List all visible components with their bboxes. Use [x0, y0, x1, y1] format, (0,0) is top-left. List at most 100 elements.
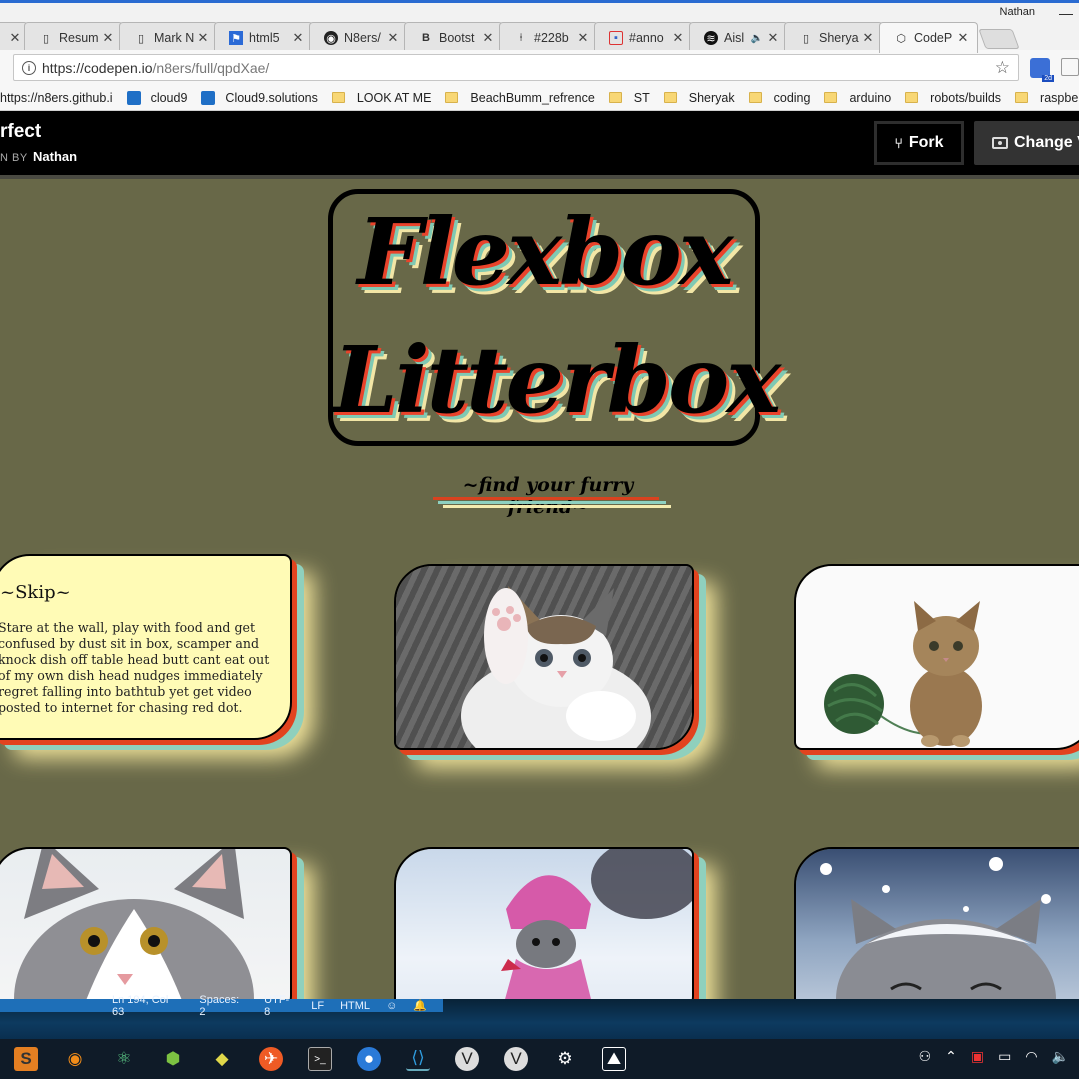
bookmark-folder[interactable]: coding — [748, 91, 810, 105]
tab-bootstrap[interactable]: B Bootst ✕ — [404, 22, 503, 53]
bookmark-folder[interactable]: BeachBumm_refrence — [445, 90, 595, 105]
wifi-icon[interactable]: ◠ — [1025, 1048, 1037, 1065]
extension-icon-2[interactable] — [1061, 58, 1079, 76]
system-tray: ⚇ ⌃ ▣ ▭ ◠ 🔈 — [919, 1048, 1069, 1065]
cat-card-image[interactable] — [794, 847, 1079, 999]
cat-card-image[interactable] — [394, 564, 694, 750]
language-mode[interactable]: HTML — [340, 1000, 370, 1012]
minimize-icon[interactable]: — — [1059, 5, 1073, 21]
tab-resume[interactable]: ▯ Resum ✕ — [24, 22, 123, 53]
cursor-position[interactable]: Ln 194, Col 63 — [112, 994, 183, 1018]
bookmark-folder[interactable]: ST — [608, 90, 650, 105]
bookmark-label: arduino — [849, 90, 892, 105]
bookmark-folder[interactable]: robots/builds — [905, 91, 1001, 105]
bookmark-folder[interactable]: arduino — [824, 91, 891, 105]
sublime-icon[interactable]: S — [14, 1047, 38, 1071]
speaker-icon[interactable]: 🔈 — [751, 33, 763, 44]
tab-close-icon[interactable]: ✕ — [387, 30, 399, 46]
blender-icon[interactable]: ◉ — [63, 1047, 87, 1071]
info-icon[interactable]: i — [22, 60, 36, 75]
tab-title: Resum — [59, 31, 99, 45]
extension-icon[interactable]: 2d — [1030, 58, 1054, 82]
flag-icon: ⚑ — [229, 31, 243, 45]
gift-icon[interactable]: ▣ — [971, 1048, 984, 1065]
tab-close-icon[interactable]: ✕ — [292, 30, 304, 46]
firefox-icon[interactable]: ● — [357, 1047, 381, 1071]
url-path: /n8ers/full/qpdXae/ — [152, 59, 270, 76]
bookmark-item[interactable]: Cloud9.solutions — [201, 90, 318, 105]
github-icon: ◉ — [324, 31, 338, 45]
gitkraken-icon[interactable]: ◆ — [210, 1047, 234, 1071]
tab-close-icon[interactable]: ✕ — [102, 30, 114, 46]
battery-icon[interactable]: ▭ — [998, 1048, 1011, 1065]
tab-close-icon[interactable]: ✕ — [9, 30, 21, 46]
feedback-icon[interactable]: ☺ — [386, 1000, 397, 1012]
tab-close-icon[interactable]: ✕ — [862, 30, 874, 46]
browser-toolbar: i https://codepen.io/n8ers/full/qpdXae/ … — [0, 50, 1079, 85]
browser-tab-strip: ✕ ▯ Resum ✕ ▯ Mark N ✕ ⚑ html5 ✕ ◉ N8ers/✕ B Boo… — [0, 0, 1079, 53]
chevron-up-icon[interactable]: ⌃ — [945, 1048, 957, 1065]
tab-title: html5 — [249, 31, 280, 45]
bookmark-folder[interactable]: LOOK AT ME — [331, 91, 431, 105]
line-ending[interactable]: LF — [311, 1000, 324, 1012]
tab-mark[interactable]: ▯ Mark N ✕ — [119, 22, 218, 53]
fork-button[interactable]: ⑂ Fork — [874, 121, 964, 165]
bookmark-folder[interactable]: raspberry pi — [1015, 91, 1079, 105]
vivaldi-icon[interactable]: V — [455, 1047, 479, 1071]
indentation[interactable]: Spaces: 2 — [199, 994, 248, 1018]
vivaldi-icon[interactable]: V — [504, 1047, 528, 1071]
by-label: N BY — [0, 152, 28, 164]
kitten-photo — [796, 849, 1079, 999]
bookmark-label: ST — [633, 90, 650, 105]
vscode-icon[interactable]: ⟨⟩ — [406, 1047, 430, 1071]
settings-icon[interactable]: ⚙ — [553, 1047, 577, 1071]
photos-icon[interactable]: ⛰ — [602, 1047, 626, 1071]
cat-card-image[interactable] — [394, 847, 694, 999]
author-link[interactable]: Nathan — [33, 149, 77, 164]
atom-icon[interactable]: ⚛ — [112, 1047, 136, 1071]
calendar-icon: ▪ — [609, 31, 623, 45]
bookmark-star-icon[interactable]: ☆ — [995, 58, 1010, 78]
bookmark-item[interactable]: https://n8ers.github.i — [0, 91, 113, 105]
tab-228b[interactable]: ⍿ #228b ✕ — [499, 22, 598, 53]
terminal-icon[interactable]: >_ — [308, 1047, 332, 1071]
tab-close-icon[interactable]: ✕ — [577, 30, 589, 46]
tab-github[interactable]: ◉ N8ers/ ✕ — [309, 22, 408, 53]
tab-close-icon[interactable]: ✕ — [672, 30, 684, 46]
new-tab-button[interactable] — [978, 29, 1020, 49]
tab-sherya[interactable]: ▯ Sherya ✕ — [784, 22, 883, 53]
tab-spotify[interactable]: ≋ Aisl 🔈 ✕ — [689, 22, 788, 53]
fork-icon: ⑂ — [894, 135, 903, 151]
taskbar: S ◉ ⚛ ⬢ ◆ ✈ >_ ● ⟨⟩ V V ⚙ ⛰ ⚇ ⌃ ▣ ▭ ◠ 🔈 — [0, 1039, 1079, 1079]
bookmark-folder[interactable]: Sheryak — [663, 91, 735, 105]
profile-name[interactable]: Nathan — [1000, 6, 1035, 18]
tab-html5[interactable]: ⚑ html5 ✕ — [214, 22, 313, 53]
tab-codepen[interactable]: ⬡ CodeP ✕ — [879, 22, 978, 53]
folder-icon — [663, 92, 677, 103]
notification-bell-icon[interactable]: 🔔 — [413, 999, 427, 1012]
bookmark-item[interactable]: cloud9 — [126, 90, 187, 105]
nodejs-icon[interactable]: ⬢ — [161, 1047, 185, 1071]
cat-card-image[interactable] — [0, 847, 292, 999]
cat-card-image[interactable] — [794, 564, 1079, 750]
tab-anno[interactable]: ▪ #anno ✕ — [594, 22, 693, 53]
cat-card-text[interactable]: ~Skip~ Stare at the wall, play with food… — [0, 554, 292, 740]
tab-title: #anno — [629, 31, 664, 45]
encoding[interactable]: UTF-8 — [264, 994, 295, 1018]
page-icon: ▯ — [802, 32, 810, 45]
tab-close-icon[interactable]: ✕ — [767, 30, 779, 46]
folder-icon — [608, 92, 622, 103]
tab-close-icon[interactable]: ✕ — [482, 30, 494, 46]
change-view-button[interactable]: Change Vi — [974, 121, 1079, 165]
postman-icon[interactable]: ✈ — [259, 1047, 283, 1071]
volume-icon[interactable]: 🔈 — [1052, 1048, 1069, 1065]
folder-icon — [824, 92, 838, 103]
tab-close-icon[interactable]: ✕ — [197, 30, 209, 46]
address-bar[interactable]: i https://codepen.io/n8ers/full/qpdXae/ … — [13, 54, 1019, 81]
card-description: Stare at the wall, play with food and ge… — [0, 620, 270, 715]
tab-title: CodeP — [914, 31, 953, 45]
bookmark-label: BeachBumm_refrence — [470, 90, 595, 105]
tab-close-icon[interactable]: ✕ — [957, 30, 969, 46]
people-icon[interactable]: ⚇ — [919, 1048, 932, 1065]
card-title: ~Skip~ — [0, 582, 71, 603]
